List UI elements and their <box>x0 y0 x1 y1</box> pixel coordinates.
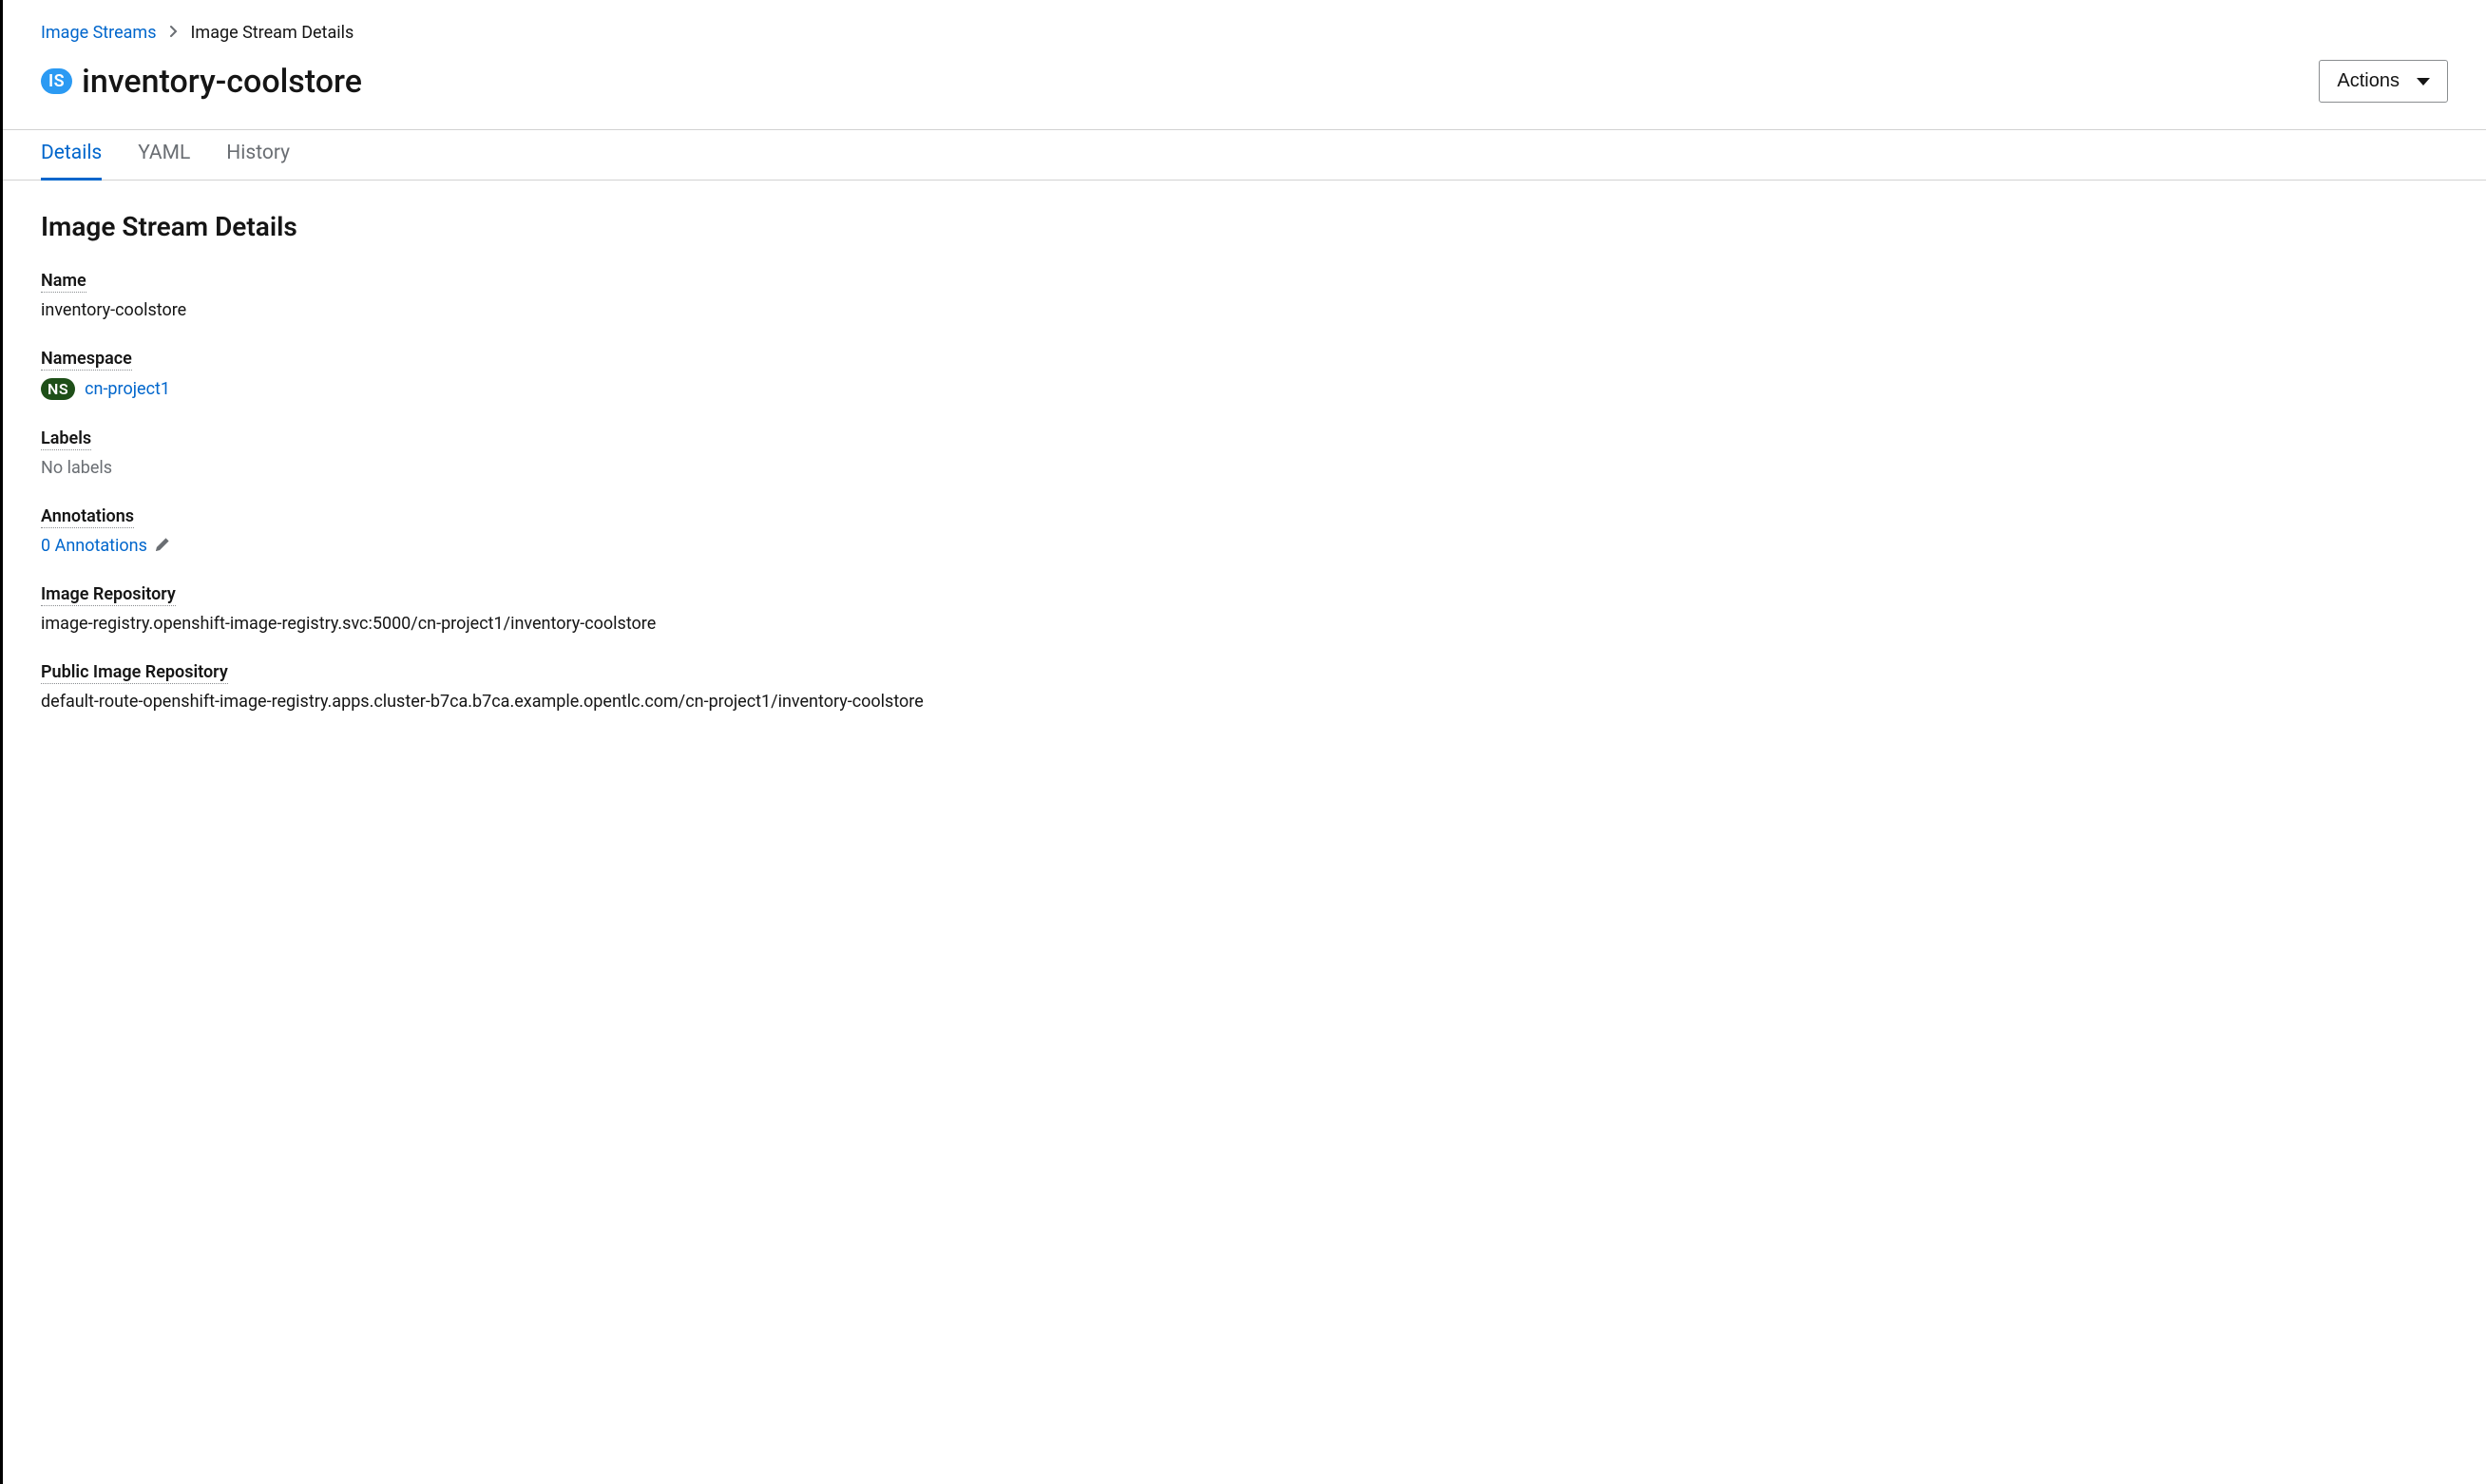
section-title: Image Stream Details <box>41 211 2448 242</box>
resource-badge-is: IS <box>41 68 72 95</box>
page-title: inventory-coolstore <box>82 63 362 101</box>
annotations-label: Annotations <box>41 506 134 528</box>
breadcrumb-current: Image Stream Details <box>191 23 354 43</box>
image-repository-label: Image Repository <box>41 584 176 606</box>
namespace-link[interactable]: cn-project1 <box>85 379 170 399</box>
caret-down-icon <box>2417 78 2430 86</box>
tabs: Details YAML History <box>3 130 2486 180</box>
tab-details[interactable]: Details <box>41 130 102 181</box>
labels-label: Labels <box>41 428 91 450</box>
namespace-label: Namespace <box>41 349 132 371</box>
actions-label: Actions <box>2337 70 2400 92</box>
annotations-link[interactable]: 0 Annotations <box>41 536 147 556</box>
pencil-icon[interactable] <box>155 537 170 556</box>
breadcrumb: Image Streams Image Stream Details <box>41 23 2448 43</box>
breadcrumb-parent-link[interactable]: Image Streams <box>41 23 157 43</box>
public-image-repository-value: default-route-openshift-image-registry.a… <box>41 692 2448 712</box>
chevron-right-icon <box>170 26 178 41</box>
image-repository-value: image-registry.openshift-image-registry.… <box>41 614 2448 634</box>
name-label: Name <box>41 271 86 293</box>
tab-history[interactable]: History <box>226 130 290 181</box>
name-value: inventory-coolstore <box>41 300 2448 320</box>
actions-dropdown-button[interactable]: Actions <box>2319 60 2448 103</box>
public-image-repository-label: Public Image Repository <box>41 662 228 684</box>
labels-value: No labels <box>41 458 2448 478</box>
tab-yaml[interactable]: YAML <box>138 130 190 181</box>
resource-badge-ns: NS <box>41 378 75 400</box>
